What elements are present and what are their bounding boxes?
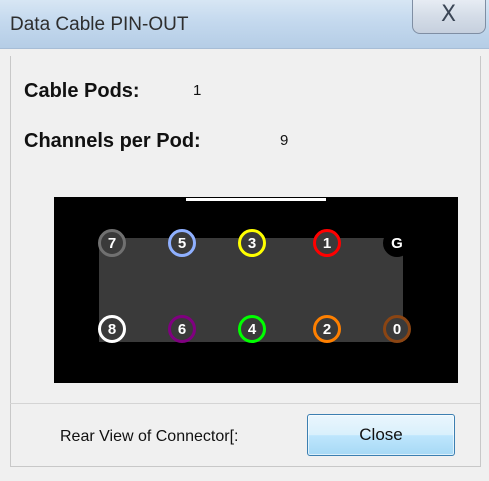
pin-3: 3 [238, 229, 266, 257]
pin-5: 5 [168, 229, 196, 257]
pin-1: 1 [313, 229, 341, 257]
client-right-border [480, 56, 481, 466]
footer-separator [10, 403, 480, 404]
pin-0: 0 [383, 315, 411, 343]
pin-4: 4 [238, 315, 266, 343]
window-title: Data Cable PIN-OUT [10, 14, 189, 35]
connector-orientation-mark [186, 198, 326, 201]
pin-2: 2 [313, 315, 341, 343]
channels-per-pod-label: Channels per Pod: [24, 130, 201, 152]
title-close-button[interactable]: X [412, 0, 486, 34]
pin-6: 6 [168, 315, 196, 343]
close-icon: X [441, 2, 457, 27]
pin-8: 8 [98, 315, 126, 343]
cable-pods-value: 1 [193, 82, 202, 99]
title-bar[interactable]: Data Cable PIN-OUT X [0, 0, 489, 49]
pinout-window: Data Cable PIN-OUT X Cable Pods: 1 Chann… [0, 0, 489, 481]
rear-view-label: Rear View of Connector[: [60, 428, 239, 445]
cable-pods-label: Cable Pods: [24, 80, 140, 102]
pin-G: G [383, 229, 411, 257]
channels-per-pod-value: 9 [280, 132, 289, 149]
close-button[interactable]: Close [307, 414, 455, 456]
pin-7: 7 [98, 229, 126, 257]
client-bottom-border [10, 466, 481, 467]
